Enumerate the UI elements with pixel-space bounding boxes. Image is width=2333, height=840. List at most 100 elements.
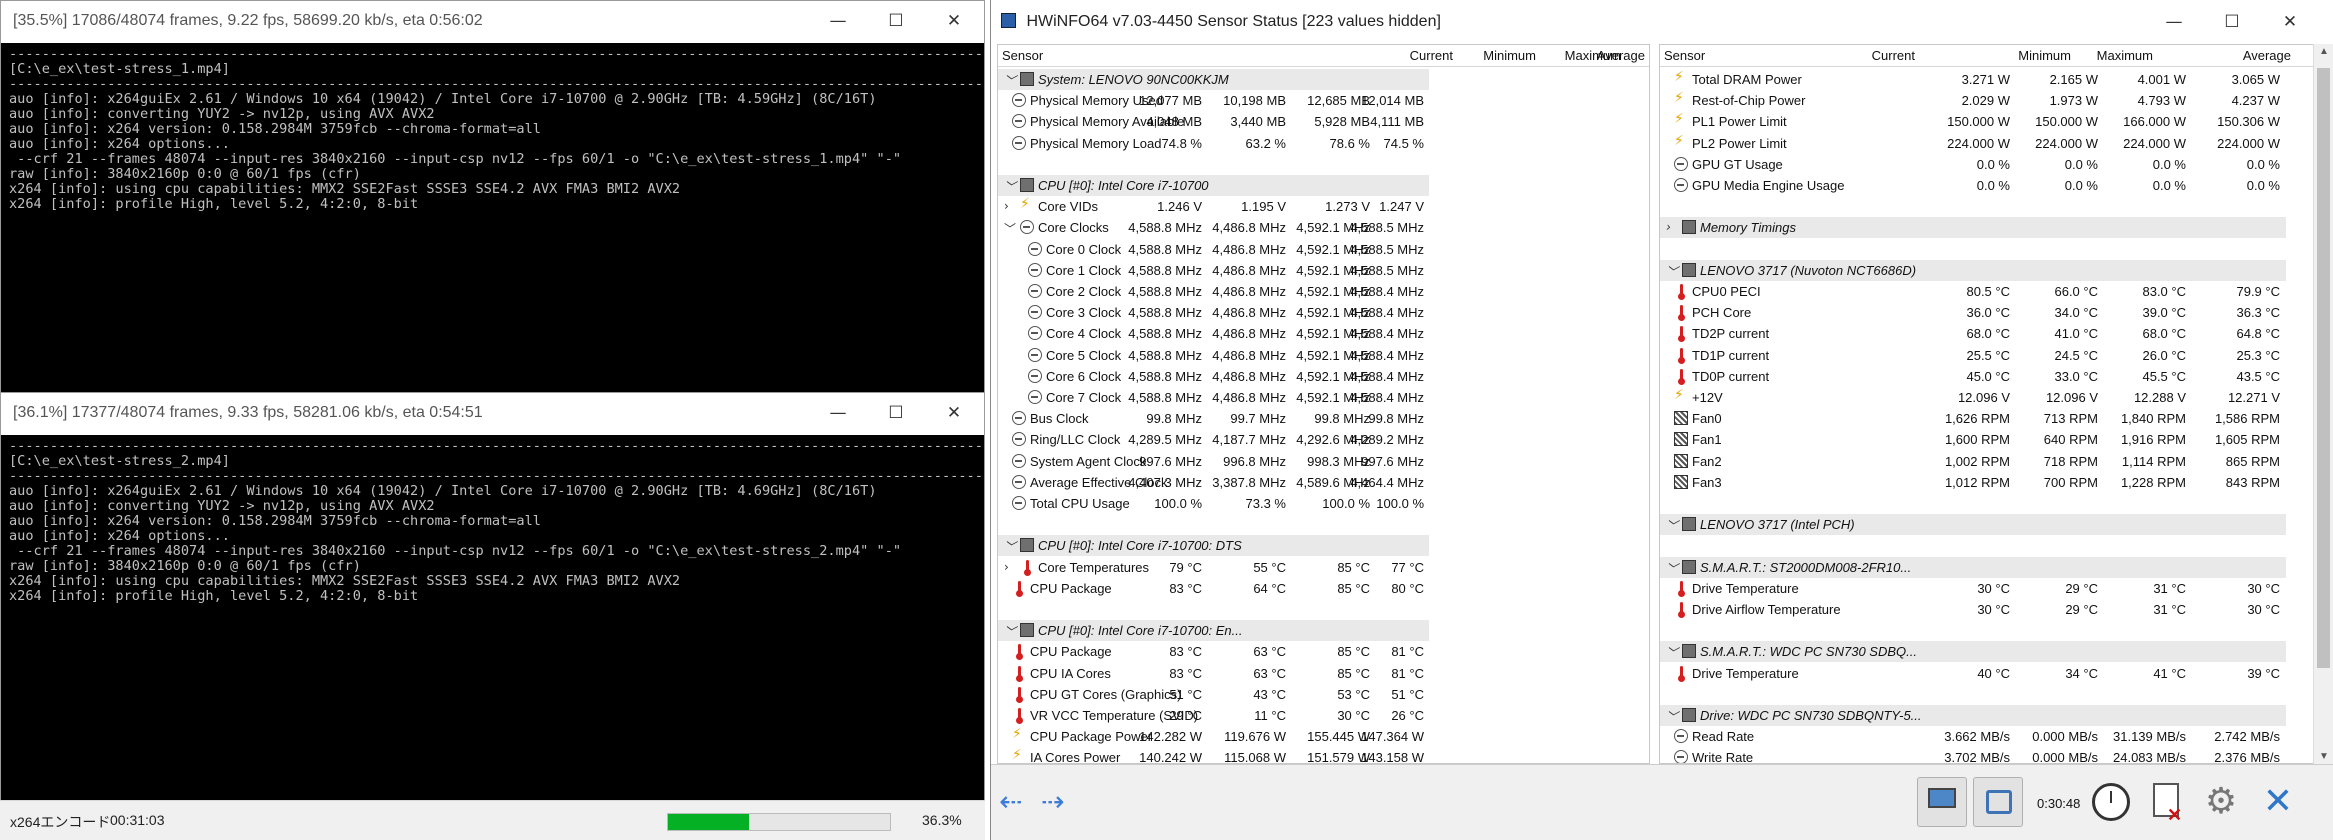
sensor-row[interactable]: Rest-of-Chip Power 2.029 W 1.973 W 4.793 W 4…	[1660, 90, 2286, 111]
sensor-row[interactable]: GPU GT Usage 0.0 % 0.0 % 0.0 % 0.0 %	[1660, 154, 2286, 175]
sensor-row[interactable]: TD1P current 25.5 °C 24.5 °C 26.0 °C 25.3 °C	[1660, 345, 2286, 366]
chevron-down-icon[interactable]: ﹀	[1666, 644, 1678, 661]
column-average[interactable]: Average	[1597, 48, 1645, 63]
sensor-row[interactable]: CPU Package 83 °C 64 °C 85 °C 80 °C	[998, 578, 1429, 599]
sensor-row[interactable]: IA Cores Power140.242 W115.068 W151.579 …	[998, 747, 1429, 763]
sensor-row[interactable]: PCH Core 36.0 °C 34.0 °C 39.0 °C 36.3 °C	[1660, 302, 2286, 323]
sensor-row[interactable]: Total CPU Usage 100.0 % 73.3 % 100.0 % 100.0…	[998, 493, 1429, 514]
sensor-row[interactable]: Physical Memory Load 74.8 % 63.2 % 78.6 % 74…	[998, 133, 1429, 154]
sensor-group[interactable]: › Memory Timings	[1660, 217, 2286, 239]
sensor-row[interactable]: TD0P current 45.0 °C 33.0 °C 45.5 °C 43.5 °C	[1660, 366, 2286, 387]
sensor-row[interactable]: › Core VIDs 1.246 V 1.195 V 1.273 V 1.247 V	[998, 196, 1429, 217]
sensor-row[interactable]: CPU GT Cores (Graphics) 51 °C 43 °C 53 °C 51…	[998, 684, 1429, 705]
sensor-row[interactable]: Fan1 1,600 RPM 640 RPM 1,916 RPM 1,605 RPM	[1660, 429, 2286, 450]
reset-icon[interactable]: ✕	[2141, 777, 2191, 827]
sensor-row[interactable]: Drive Airflow Temperature 30 °C 29 °C 31 °C…	[1660, 599, 2286, 620]
sensor-row[interactable]: VR VCC Temperature (SVID) 29 °C 11 °C 30 °C…	[998, 705, 1429, 726]
sensor-group[interactable]: ﹀ System: LENOVO 90NC00KKJM	[998, 69, 1429, 90]
sensor-row[interactable]: Core 7 Clock 4,588.8 MHz 4,486.8 MHz 4,592.…	[998, 387, 1429, 408]
sensor-row[interactable]: Core 1 Clock 4,588.8 MHz 4,486.8 MHz 4,592.…	[998, 260, 1429, 281]
sensor-group[interactable]: ﹀ CPU [#0]: Intel Core i7-10700: En...	[998, 620, 1429, 642]
sensor-row[interactable]: ﹀ Core Clocks 4,588.8 MHz 4,486.8 MHz 4,592.…	[998, 217, 1429, 238]
settings-icon[interactable]: ⚙	[2196, 777, 2246, 827]
sensor-scrollbar[interactable]: ▲ ▼	[2313, 44, 2333, 764]
close-icon[interactable]: ✕	[925, 393, 983, 433]
column-average[interactable]: Average	[2243, 48, 2291, 63]
nav-left-icon[interactable]: ⇠	[999, 785, 1022, 818]
sensor-row[interactable]: PL1 Power Limit 150.000 W 150.000 W 166.000…	[1660, 111, 2286, 132]
chevron-right-icon[interactable]: ›	[1666, 220, 1671, 234]
sensor-row[interactable]: PL2 Power Limit 224.000 W 224.000 W 224.000…	[1660, 133, 2286, 154]
sensor-row[interactable]: GPU Media Engine Usage 0.0 % 0.0 % 0.0 % 0.0…	[1660, 175, 2286, 196]
sensor-row[interactable]: Core 2 Clock 4,588.8 MHz 4,486.8 MHz 4,592.…	[998, 281, 1429, 302]
minimize-icon[interactable]: —	[809, 393, 867, 433]
sensor-group[interactable]: ﹀ CPU [#0]: Intel Core i7-10700	[998, 175, 1429, 196]
sensor-row[interactable]: Bus Clock 99.8 MHz 99.7 MHz 99.8 MHz 99.8 MH…	[998, 408, 1429, 429]
sensor-pane-left[interactable]: Sensor Current Minimum Maximum Average ﹀ Syste…	[997, 44, 1650, 764]
sensor-row[interactable]: Read Rate 3.662 MB/s 0.000 MB/s 31.139 MB/s…	[1660, 726, 2286, 747]
chevron-down-icon[interactable]: ﹀	[1004, 623, 1016, 640]
scroll-up-icon[interactable]: ▲	[2319, 46, 2329, 57]
maximize-icon[interactable]: ☐	[867, 393, 925, 433]
chevron-down-icon[interactable]: ﹀	[1004, 178, 1016, 195]
chevron-down-icon[interactable]: ﹀	[1666, 708, 1678, 725]
column-header[interactable]: Sensor Current Minimum Maximum Average	[998, 45, 1649, 67]
minimize-icon[interactable]: —	[2145, 2, 2203, 42]
sensor-row[interactable]: TD2P current 68.0 °C 41.0 °C 68.0 °C 64.8 °C	[1660, 323, 2286, 344]
sensor-row[interactable]: Core 5 Clock 4,588.8 MHz 4,486.8 MHz 4,592.…	[998, 345, 1429, 366]
column-current[interactable]: Current	[1872, 48, 1915, 63]
sensor-row[interactable]: › Core Temperatures 79 °C 55 °C 85 °C 77 °C	[998, 557, 1429, 578]
chevron-down-icon[interactable]: ﹀	[1004, 220, 1016, 237]
sensor-row[interactable]: Write Rate 3.702 MB/s 0.000 MB/s 24.083 MB/…	[1660, 747, 2286, 763]
sensor-row[interactable]: Fan2 1,002 RPM 718 RPM 1,114 RPM 865 RPM	[1660, 451, 2286, 472]
column-sensor[interactable]: Sensor	[1002, 48, 1043, 63]
maximize-icon[interactable]: ☐	[2203, 2, 2261, 42]
close-icon[interactable]: ✕	[925, 1, 983, 41]
column-minimum[interactable]: Minimum	[2018, 48, 2071, 63]
sensor-row[interactable]: Core 3 Clock 4,588.8 MHz 4,486.8 MHz 4,592.…	[998, 302, 1429, 323]
sensor-row[interactable]: CPU Package 83 °C 63 °C 85 °C 81 °C	[998, 641, 1429, 662]
sensor-row[interactable]: CPU Package Power142.282 W119.676 W155.4…	[998, 726, 1429, 747]
chevron-down-icon[interactable]: ﹀	[1666, 263, 1678, 280]
chevron-down-icon[interactable]: ﹀	[1004, 538, 1016, 555]
sensor-row[interactable]: Drive Temperature 40 °C 34 °C 41 °C 39 °C	[1660, 663, 2286, 684]
sensor-row[interactable]: Ring/LLC Clock 4,289.5 MHz 4,187.7 MHz 4,29…	[998, 429, 1429, 450]
sensor-group[interactable]: ﹀ CPU [#0]: Intel Core i7-10700: DTS	[998, 535, 1429, 557]
sensor-group[interactable]: ﹀ LENOVO 3717 (Nuvoton NCT6686D)	[1660, 259, 2286, 281]
sensor-group[interactable]: ﹀ LENOVO 3717 (Intel PCH)	[1660, 514, 2286, 536]
sensor-row[interactable]: +12V 12.096 V 12.096 V 12.288 V 12.271 V	[1660, 387, 2286, 408]
sensor-group[interactable]: ﹀ S.M.A.R.T.: ST2000DM008-2FR10...	[1660, 556, 2286, 578]
column-minimum[interactable]: Minimum	[1483, 48, 1536, 63]
scroll-down-icon[interactable]: ▼	[2319, 751, 2329, 762]
sensor-row[interactable]: Core 6 Clock 4,588.8 MHz 4,486.8 MHz 4,592.…	[998, 366, 1429, 387]
sensor-row[interactable]: Average Effective Clock 4,407.3 MHz 3,387.…	[998, 472, 1429, 493]
sensor-row[interactable]: Core 0 Clock 4,588.8 MHz 4,486.8 MHz 4,592.…	[998, 239, 1429, 260]
sensor-row[interactable]: Total DRAM Power 3.271 W 2.165 W 4.001 W 3.0…	[1660, 69, 2286, 90]
sensor-group[interactable]: ﹀ Drive: WDC PC SN730 SDBQNTY-5...	[1660, 705, 2286, 726]
sensor-row[interactable]: Fan3 1,012 RPM 700 RPM 1,228 RPM 843 RPM	[1660, 472, 2286, 493]
sensor-group[interactable]: ﹀ S.M.A.R.T.: WDC PC SN730 SDBQ...	[1660, 641, 2286, 663]
nav-right-icon[interactable]: ⇢	[1041, 785, 1064, 818]
sensor-row[interactable]: Physical Memory Used 12,077 MB 10,198 MB 12…	[998, 90, 1429, 111]
sensor-row[interactable]: Physical Memory Available 4,048 MB 3,440 M…	[998, 111, 1429, 132]
column-sensor[interactable]: Sensor	[1664, 48, 1705, 63]
chevron-right-icon[interactable]: ›	[1004, 560, 1009, 574]
sensor-pane-right[interactable]: Sensor Current Minimum Maximum Average Total …	[1659, 44, 2314, 764]
scroll-thumb[interactable]	[2317, 68, 2330, 668]
chevron-down-icon[interactable]: ﹀	[1666, 517, 1678, 534]
chevron-down-icon[interactable]: ﹀	[1004, 72, 1016, 89]
close-icon[interactable]: ✕	[2261, 2, 2319, 42]
column-current[interactable]: Current	[1410, 48, 1453, 63]
monitor-icon[interactable]	[1917, 777, 1967, 827]
chevron-right-icon[interactable]: ›	[1004, 199, 1009, 213]
sensor-row[interactable]: Drive Temperature 30 °C 29 °C 31 °C 30 °C	[1660, 578, 2286, 599]
clock-icon[interactable]	[2086, 777, 2136, 827]
sensor-row[interactable]: System Agent Clock 997.6 MHz 996.8 MHz 998.…	[998, 451, 1429, 472]
sensor-row[interactable]: Fan0 1,626 RPM 713 RPM 1,840 RPM 1,586 RPM	[1660, 408, 2286, 429]
network-icon[interactable]	[1973, 777, 2023, 827]
minimize-icon[interactable]: —	[809, 1, 867, 41]
column-header[interactable]: Sensor Current Minimum Maximum Average	[1660, 45, 2313, 67]
chevron-down-icon[interactable]: ﹀	[1666, 560, 1678, 577]
close-icon[interactable]: ✕	[2253, 777, 2303, 827]
sensor-row[interactable]: CPU0 PECI 80.5 °C 66.0 °C 83.0 °C 79.9 °C	[1660, 281, 2286, 302]
